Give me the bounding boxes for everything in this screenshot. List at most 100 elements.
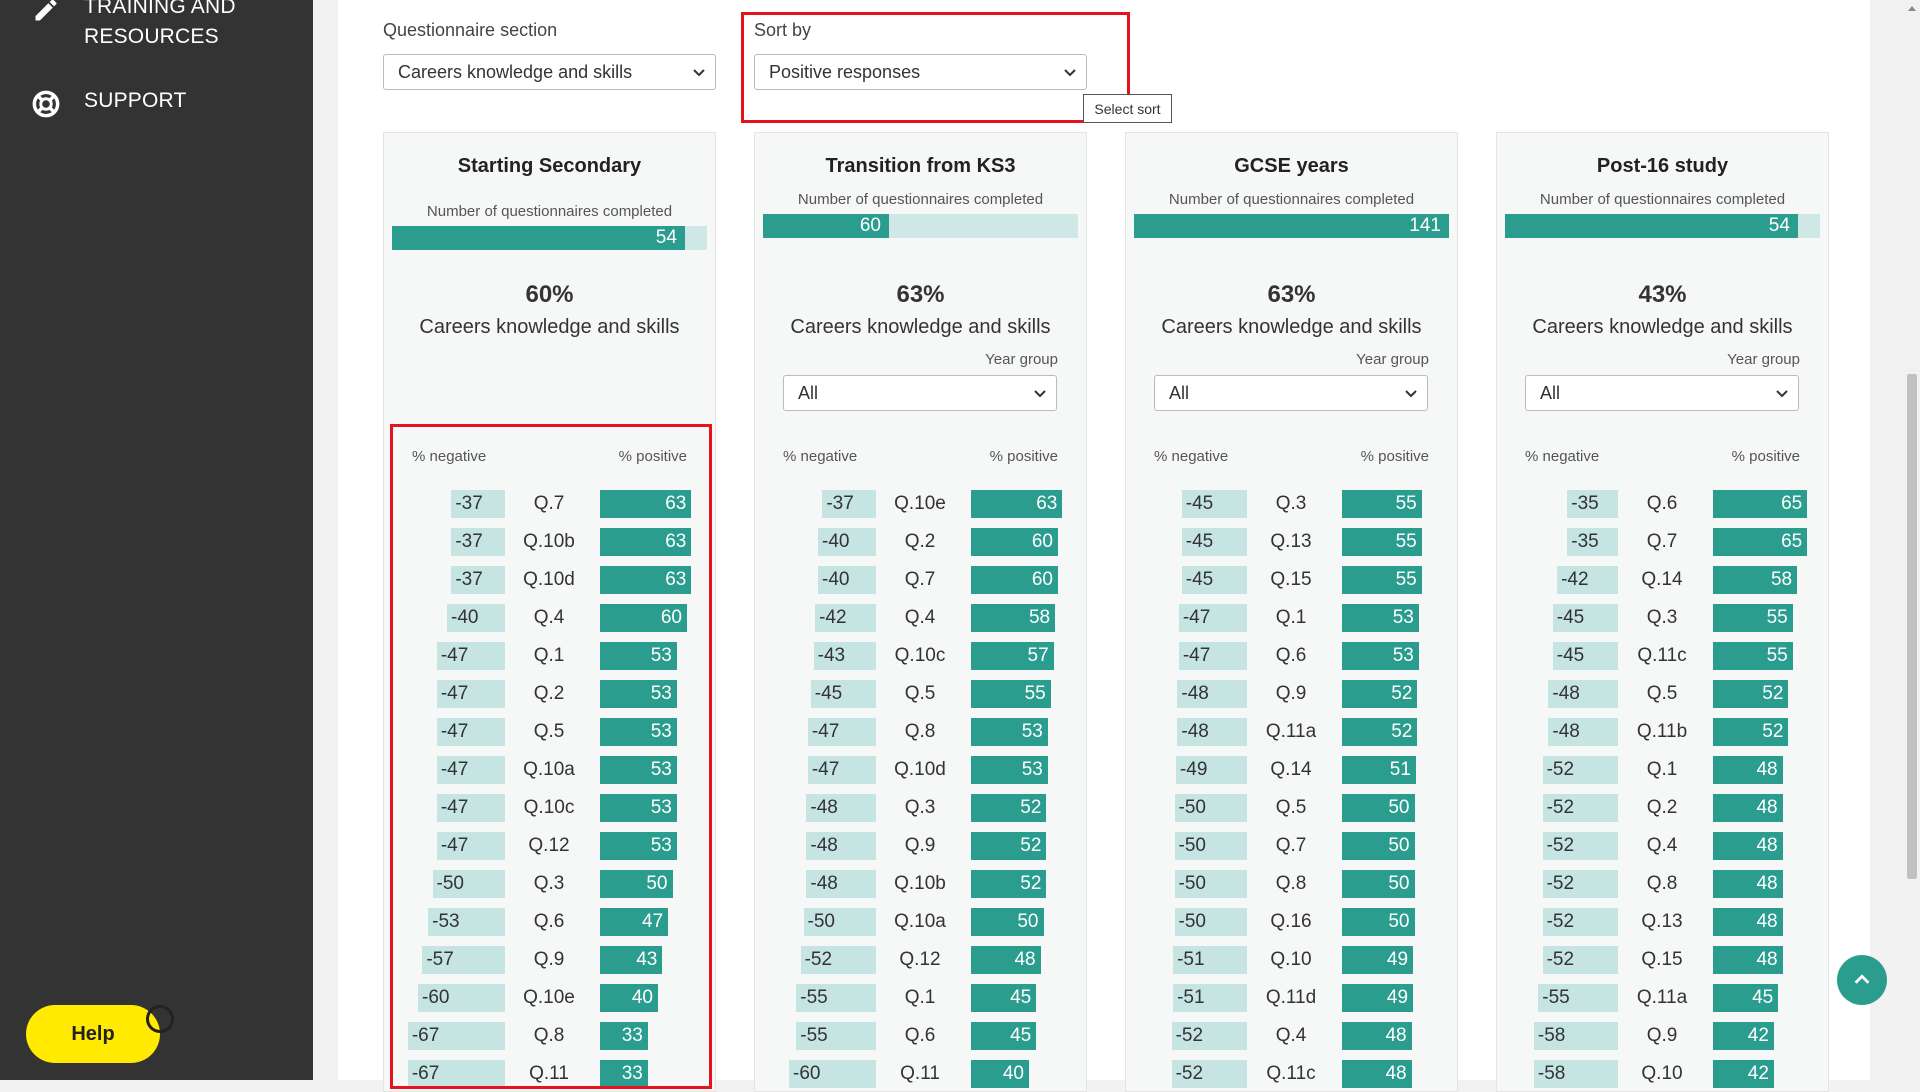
- positive-bar: 48: [1342, 1060, 1412, 1088]
- negative-bar: -50: [1174, 870, 1247, 898]
- question-row: -47 Q.1 53: [1126, 602, 1457, 633]
- positive-bar: 40: [971, 1060, 1029, 1088]
- scrollbar[interactable]: [1904, 0, 1920, 1080]
- positive-bar: 63: [971, 490, 1063, 518]
- positive-bar: 48: [971, 946, 1041, 974]
- positive-bar: 58: [1713, 566, 1798, 594]
- question-row: -40 Q.2 60: [755, 526, 1086, 557]
- question-label: Q.4: [1275, 1025, 1307, 1046]
- questionnaire-count-label: Number of questionnaires completed: [797, 191, 1044, 208]
- negative-bar: -48: [1548, 680, 1618, 708]
- negative-bar: -52: [1542, 946, 1618, 974]
- positive-bar: 55: [1342, 490, 1422, 518]
- positive-bar: 52: [1342, 680, 1418, 708]
- negative-bar: -48: [1177, 680, 1247, 708]
- positive-bar: 48: [1713, 832, 1783, 860]
- negative-bar: -51: [1173, 946, 1247, 974]
- question-row: -52 Q.8 48: [1497, 868, 1828, 899]
- help-button[interactable]: ? Help: [26, 1005, 174, 1063]
- positive-bar: 48: [1713, 946, 1783, 974]
- question-row: -35 Q.7 65: [1497, 526, 1828, 557]
- question-row: -45 Q.15 55: [1126, 564, 1457, 595]
- question-label: Q.5: [1646, 683, 1678, 704]
- sidebar-item-training-and-resources[interactable]: TRAINING AND RESOURCES: [32, 0, 236, 52]
- question-row: -48 Q.9 52: [1126, 678, 1457, 709]
- question-label: Q.9: [1646, 1025, 1678, 1046]
- negative-bar: -52: [1542, 870, 1618, 898]
- scroll-to-top-button[interactable]: [1837, 955, 1887, 1005]
- section-percent: 63%: [1267, 281, 1316, 308]
- question-label: Q.3: [1275, 493, 1307, 514]
- negative-column-header: % negative: [1525, 448, 1600, 465]
- scroll-up-arrow-icon[interactable]: [1908, 6, 1916, 11]
- negative-bar: -52: [1542, 908, 1618, 936]
- positive-bar: 60: [971, 528, 1058, 556]
- positive-bar: 55: [1713, 604, 1793, 632]
- question-row: -49 Q.14 51: [1126, 754, 1457, 785]
- question-label: Q.9: [1275, 683, 1307, 704]
- question-row: -48 Q.11b 52: [1497, 716, 1828, 747]
- question-row: -52 Q.4 48: [1497, 830, 1828, 861]
- positive-bar: 48: [1342, 1022, 1412, 1050]
- positive-column-header: % positive: [1360, 448, 1429, 465]
- section-select[interactable]: Careers knowledge and skills: [383, 54, 716, 90]
- negative-bar: -45: [1181, 490, 1247, 518]
- negative-bar: -51: [1173, 984, 1247, 1012]
- question-label: Q.4: [1646, 835, 1678, 856]
- negative-bar: -45: [1552, 642, 1618, 670]
- negative-bar: -58: [1533, 1022, 1618, 1050]
- negative-bar: -47: [807, 756, 876, 784]
- year-group-select[interactable]: All: [1525, 375, 1799, 411]
- positive-bar: 55: [1713, 642, 1793, 670]
- question-row: -43 Q.10c 57: [755, 640, 1086, 671]
- negative-bar: -47: [807, 718, 876, 746]
- question-row: -48 Q.11a 52: [1126, 716, 1457, 747]
- question-row: -55 Q.1 45: [755, 982, 1086, 1013]
- negative-bar: -40: [818, 528, 876, 556]
- section-name: Careers knowledge and skills: [790, 316, 1051, 338]
- positive-bar: 50: [1342, 832, 1415, 860]
- positive-bar: 55: [1342, 566, 1422, 594]
- section-name: Careers knowledge and skills: [1161, 316, 1422, 338]
- positive-bar: 52: [1713, 680, 1789, 708]
- positive-bar: 65: [1713, 528, 1808, 556]
- question-label: Q.10: [1641, 1063, 1683, 1084]
- question-label: Q.8: [1646, 873, 1678, 894]
- questionnaire-count-label: Number of questionnaires completed: [1539, 191, 1786, 208]
- list-highlight-box: [390, 424, 712, 1089]
- question-row: -45 Q.5 55: [755, 678, 1086, 709]
- question-label: Q.10d: [894, 759, 946, 780]
- question-row: -40 Q.7 60: [755, 564, 1086, 595]
- negative-bar: -50: [1174, 794, 1247, 822]
- questionnaire-count-label: Number of questionnaires completed: [426, 203, 673, 220]
- negative-bar: -50: [1174, 908, 1247, 936]
- negative-bar: -60: [789, 1060, 876, 1088]
- question-label: Q.15: [1270, 569, 1312, 590]
- question-label: Q.7: [904, 569, 936, 590]
- negative-column-header: % negative: [1154, 448, 1229, 465]
- section-name: Careers knowledge and skills: [1532, 316, 1793, 338]
- help-label: Help: [71, 1022, 115, 1045]
- year-group-select[interactable]: All: [783, 375, 1057, 411]
- positive-bar: 42: [1713, 1022, 1774, 1050]
- negative-bar: -52: [1542, 794, 1618, 822]
- question-label: Q.3: [904, 797, 936, 818]
- positive-bar: 52: [971, 870, 1047, 898]
- negative-bar: -55: [1538, 984, 1618, 1012]
- sidebar-item-support[interactable]: SUPPORT: [32, 86, 187, 118]
- section-select-value: Careers knowledge and skills: [398, 61, 633, 82]
- question-label: Q.5: [1275, 797, 1307, 818]
- question-label: Q.11c: [1266, 1063, 1316, 1084]
- question-label: Q.14: [1641, 569, 1683, 590]
- question-row: -48 Q.5 52: [1497, 678, 1828, 709]
- scrollbar-thumb[interactable]: [1907, 374, 1917, 879]
- positive-bar: 48: [1713, 794, 1783, 822]
- positive-column-header: % positive: [989, 448, 1058, 465]
- question-label: Q.6: [1646, 493, 1678, 514]
- positive-bar: 42: [1713, 1060, 1774, 1088]
- question-row: -52 Q.4 48: [1126, 1020, 1457, 1051]
- year-group-select[interactable]: All: [1154, 375, 1428, 411]
- positive-bar: 60: [971, 566, 1058, 594]
- question-row: -58 Q.9 42: [1497, 1020, 1828, 1051]
- question-label: Q.1: [1646, 759, 1678, 780]
